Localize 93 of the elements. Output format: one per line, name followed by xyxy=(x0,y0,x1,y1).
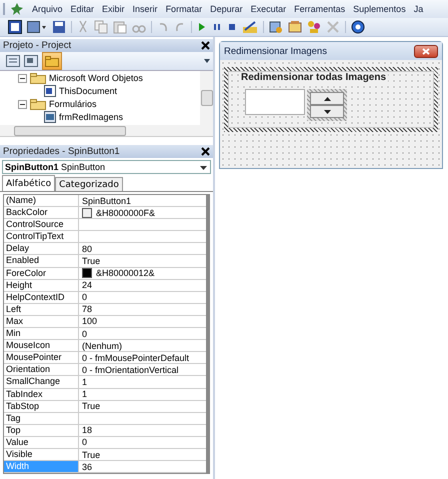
tree-item[interactable]: Microsoft Word Objetos xyxy=(49,73,143,83)
menu-item[interactable]: Executar xyxy=(250,4,286,14)
menu-item[interactable]: Suplementos xyxy=(353,4,406,14)
frame-control[interactable]: Redimensionar todas Imagens xyxy=(228,71,434,128)
menu-item[interactable]: Arquivo xyxy=(32,4,63,14)
property-name[interactable]: Left xyxy=(4,304,79,315)
object-dropdown[interactable]: SpinButton1 SpinButton xyxy=(2,160,211,174)
property-value[interactable]: True xyxy=(82,401,100,412)
property-name[interactable]: HelpContextID xyxy=(4,292,79,303)
design-mode-icon[interactable] xyxy=(242,20,258,34)
menu-item[interactable]: Editar xyxy=(70,4,94,14)
property-value[interactable]: &H80000012& xyxy=(96,268,155,278)
tab[interactable]: Alfabético xyxy=(2,175,56,191)
panel-title: Propriedades - SpinButton1 xyxy=(3,146,120,157)
close-icon[interactable] xyxy=(201,41,210,50)
property-value[interactable]: 0 - fmMousePointerDefault xyxy=(82,352,190,363)
property-name[interactable]: ForeColor xyxy=(4,268,79,279)
folder-icon xyxy=(30,72,46,84)
property-value[interactable]: SpinButton1 xyxy=(82,196,132,206)
form-icon xyxy=(44,111,56,123)
property-value[interactable]: 36 xyxy=(82,462,92,472)
property-name[interactable]: Visible xyxy=(4,448,79,460)
play-icon[interactable] xyxy=(197,20,207,34)
grip-icon xyxy=(3,3,6,15)
close-icon[interactable] xyxy=(201,147,210,156)
property-name[interactable]: Enabled xyxy=(4,255,79,267)
property-name[interactable]: Height xyxy=(4,280,79,291)
property-value[interactable]: 0 - fmOrientationVertical xyxy=(82,364,179,375)
property-name[interactable]: MouseIcon xyxy=(4,340,79,352)
property-name[interactable]: Min xyxy=(4,328,79,340)
spin-button[interactable] xyxy=(307,89,347,121)
horizontal-scrollbar[interactable] xyxy=(0,125,213,137)
project-explorer-icon[interactable] xyxy=(269,20,283,34)
menu-item[interactable]: Depurar xyxy=(210,4,243,14)
toggle-folders-button[interactable] xyxy=(42,52,62,70)
down-arrow-icon xyxy=(324,110,330,114)
collapse-icon[interactable] xyxy=(18,100,27,108)
property-value[interactable]: True xyxy=(82,256,100,266)
word-icon[interactable] xyxy=(8,20,22,34)
property-value[interactable]: True xyxy=(82,450,100,460)
property-name[interactable]: ControlSource xyxy=(4,219,79,230)
property-value[interactable]: 18 xyxy=(82,425,92,436)
property-name[interactable]: Max xyxy=(4,316,79,328)
collapse-icon[interactable] xyxy=(18,74,27,82)
tree-item[interactable]: ThisDocument xyxy=(59,86,118,96)
property-value[interactable]: 0 xyxy=(82,328,88,339)
property-value[interactable]: &H8000000F& xyxy=(96,208,156,218)
dropdown-arrow-icon[interactable] xyxy=(204,58,210,64)
property-name[interactable]: BackColor xyxy=(4,207,79,218)
property-value[interactable]: 0 xyxy=(82,292,88,302)
tab[interactable]: Categorizado xyxy=(55,177,123,191)
tree-item[interactable]: frmRedImagens xyxy=(59,112,124,122)
property-value[interactable]: 80 xyxy=(82,244,92,254)
save-icon[interactable] xyxy=(52,20,66,34)
property-value[interactable]: 78 xyxy=(82,304,92,314)
property-name[interactable]: TabStop xyxy=(4,400,79,412)
property-name[interactable]: Tag xyxy=(4,412,79,424)
folder-icon xyxy=(45,56,59,66)
menu-item[interactable]: Inserir xyxy=(132,4,158,14)
properties-icon[interactable] xyxy=(288,20,302,34)
property-name[interactable]: Top xyxy=(4,424,79,436)
property-value[interactable]: 1 xyxy=(82,376,88,387)
property-name[interactable]: TabIndex xyxy=(4,388,79,400)
property-name[interactable]: ControlTipText xyxy=(4,231,79,242)
property-name[interactable]: Delay xyxy=(4,243,79,254)
folder-icon xyxy=(30,98,46,110)
property-value[interactable]: 0 xyxy=(82,437,88,448)
close-button[interactable] xyxy=(414,44,438,58)
vertical-scrollbar[interactable] xyxy=(200,71,213,125)
property-name[interactable]: SmallChange xyxy=(4,376,79,388)
panel-title: Projeto - Project xyxy=(3,40,72,51)
help-icon[interactable] xyxy=(351,20,365,34)
menu-item[interactable]: Formatar xyxy=(166,4,202,14)
property-value[interactable]: 100 xyxy=(82,316,98,326)
property-name[interactable]: Value xyxy=(4,436,79,448)
close-icon xyxy=(422,48,430,54)
window-title: Redimensionar Imagens xyxy=(224,46,327,56)
view-object-icon[interactable] xyxy=(24,55,38,67)
property-name[interactable]: Orientation xyxy=(4,364,79,376)
property-value[interactable]: 1 xyxy=(82,389,88,400)
property-value[interactable]: 24 xyxy=(82,280,92,290)
frame-caption: Redimensionar todas Imagens xyxy=(239,72,388,83)
property-name[interactable]: (Name) xyxy=(4,195,79,206)
up-arrow-icon xyxy=(324,96,330,100)
menu-item[interactable]: Exibir xyxy=(102,4,125,14)
menu-item[interactable]: Ferramentas xyxy=(294,4,346,14)
document-icon xyxy=(44,85,56,97)
property-name[interactable]: MousePointer xyxy=(4,352,79,364)
property-value[interactable]: (Nenhum) xyxy=(82,340,122,351)
view-code-icon[interactable] xyxy=(6,55,20,67)
insert-form-icon[interactable] xyxy=(27,20,47,34)
menu-item[interactable]: Ja xyxy=(414,4,424,14)
tree-item[interactable]: Formulários xyxy=(49,99,97,109)
